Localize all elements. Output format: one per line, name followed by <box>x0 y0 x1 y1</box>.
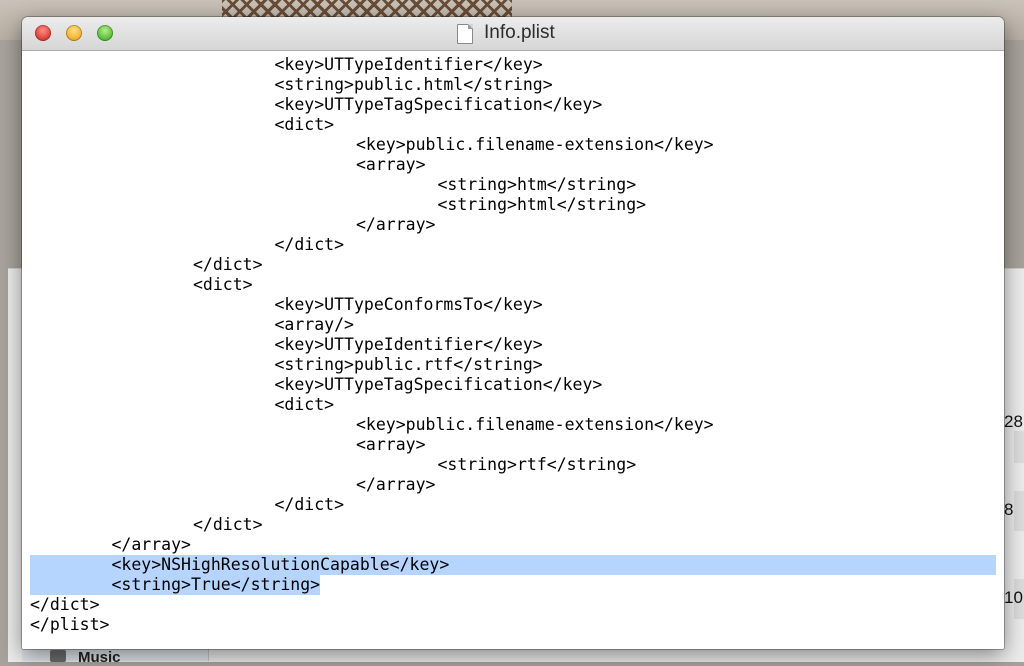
code-line: </array> <box>356 215 436 234</box>
background-value: 10 <box>1004 588 1023 607</box>
code-line: <key>UTTypeTagSpecification</key> <box>274 375 603 394</box>
code-line: </dict> <box>193 255 263 274</box>
sidebar-item-music[interactable]: Music <box>78 649 121 666</box>
text-editor-window: Info.plist <key>UTTypeIdentifier</key> <s… <box>22 17 1004 649</box>
code-line: </array> <box>356 475 436 494</box>
background-value: 28 <box>1004 412 1023 431</box>
code-line: <dict> <box>193 275 253 294</box>
document-icon <box>457 24 473 44</box>
code-line: <string>html</string> <box>437 195 647 214</box>
background-row <box>1014 431 1024 463</box>
code-line: <string>rtf</string> <box>437 455 637 474</box>
code-line: </dict> <box>30 595 100 614</box>
minimize-button[interactable] <box>66 25 82 41</box>
code-line: </dict> <box>274 235 345 254</box>
code-line: <key>UTTypeConformsTo</key> <box>274 295 543 314</box>
close-button[interactable] <box>35 25 51 41</box>
code-line: <string>htm</string> <box>437 175 637 194</box>
code-line: </plist> <box>30 615 110 634</box>
code-line: </dict> <box>274 495 345 514</box>
code-line: <dict> <box>274 395 335 414</box>
code-line: <key>public.filename-extension</key> <box>356 135 714 154</box>
zoom-button[interactable] <box>97 25 113 41</box>
music-icon <box>50 650 66 662</box>
code-line: <string>public.html</string> <box>274 75 553 94</box>
background-row <box>1014 491 1024 531</box>
code-line: </array> <box>111 535 191 554</box>
code-line: <array> <box>356 155 426 174</box>
window-title: Info.plist <box>484 22 555 43</box>
code-line: <string>public.rtf</string> <box>274 355 543 374</box>
code-line: <key>UTTypeTagSpecification</key> <box>274 95 603 114</box>
code-line: <key>UTTypeIdentifier</key> <box>274 55 543 74</box>
code-line: <key>UTTypeIdentifier</key> <box>274 335 543 354</box>
code-line: <dict> <box>274 115 335 134</box>
code-line: <key>public.filename-extension</key> <box>356 415 714 434</box>
code-line: <array/> <box>274 315 354 334</box>
text-editor[interactable]: <key>UTTypeIdentifier</key> <string>publi… <box>22 51 1004 649</box>
code-line: </dict> <box>193 515 263 534</box>
code-line: <key>NSHighResolutionCapable</key> <box>111 555 450 574</box>
background-value: 8 <box>1004 500 1014 519</box>
code-line: <array> <box>356 435 426 454</box>
title-bar[interactable]: Info.plist <box>22 17 1004 51</box>
code-line: <string>True</string> <box>111 575 321 594</box>
